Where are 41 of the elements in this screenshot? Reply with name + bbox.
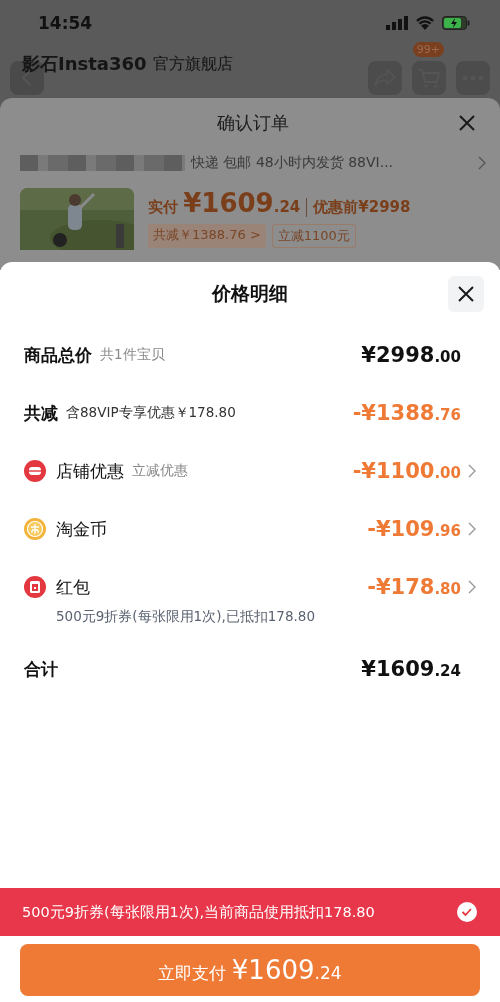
chevron-icon[interactable] [468,580,476,594]
close-icon[interactable] [457,285,475,303]
amount: -¥178.80 [367,575,461,599]
envelope-icon [24,576,46,598]
row-label: 淘金币 [56,517,107,541]
paid-amount: 实付 ¥1609.24 [148,188,301,218]
amount: ¥2998.00 [361,343,461,367]
pay-button[interactable]: 立即支付 ¥1609.24 [20,944,480,996]
coupon-text: 500元9折券(每张限用1次),当前商品使用抵扣178.80 [22,902,375,922]
sheet-title: 确认订单 [217,111,289,135]
check-icon[interactable] [456,901,478,923]
row-label: 合计 [24,657,58,681]
amount: -¥1388.76 [352,401,461,425]
row-note: 共1件宝贝 [100,346,165,364]
store-suffix: 官方旗舰店 [152,53,233,75]
discount-tag[interactable]: 共减￥1388.76 > [148,224,266,248]
shipping-info: 快递 包邮 48小时内发货 88VI... [191,154,395,172]
amount: -¥109.96 [367,517,461,541]
chevron-icon[interactable] [478,156,486,170]
row-label: 共减 [24,401,58,425]
row-label: 店铺优惠 [56,459,124,483]
signal-icon [386,16,408,30]
row-label: 红包 [56,575,90,599]
sheet-title: 价格明细 [212,281,288,306]
discount-tag: 立减1100元 [271,224,356,248]
original-price: 优惠前¥2998 [306,198,411,217]
wifi-icon [415,16,435,30]
chevron-icon[interactable] [468,464,476,478]
row-note: 立减优惠 [132,462,188,480]
battery-icon [442,16,470,30]
row-detail: 500元9折券(每张限用1次),已抵扣178.80 [56,608,316,626]
coin-icon [24,518,46,540]
shop-icon [24,460,46,482]
store-name: 影石Insta360 [22,52,147,76]
status-time: 14:54 [38,13,93,33]
amount: ¥1609.24 [361,657,461,681]
row-note: 含88VIP专享优惠￥178.80 [66,404,236,422]
chevron-icon[interactable] [468,522,476,536]
row-label: 商品总价 [24,343,92,367]
close-button[interactable] [448,276,484,312]
amount: -¥1100.00 [352,459,461,483]
